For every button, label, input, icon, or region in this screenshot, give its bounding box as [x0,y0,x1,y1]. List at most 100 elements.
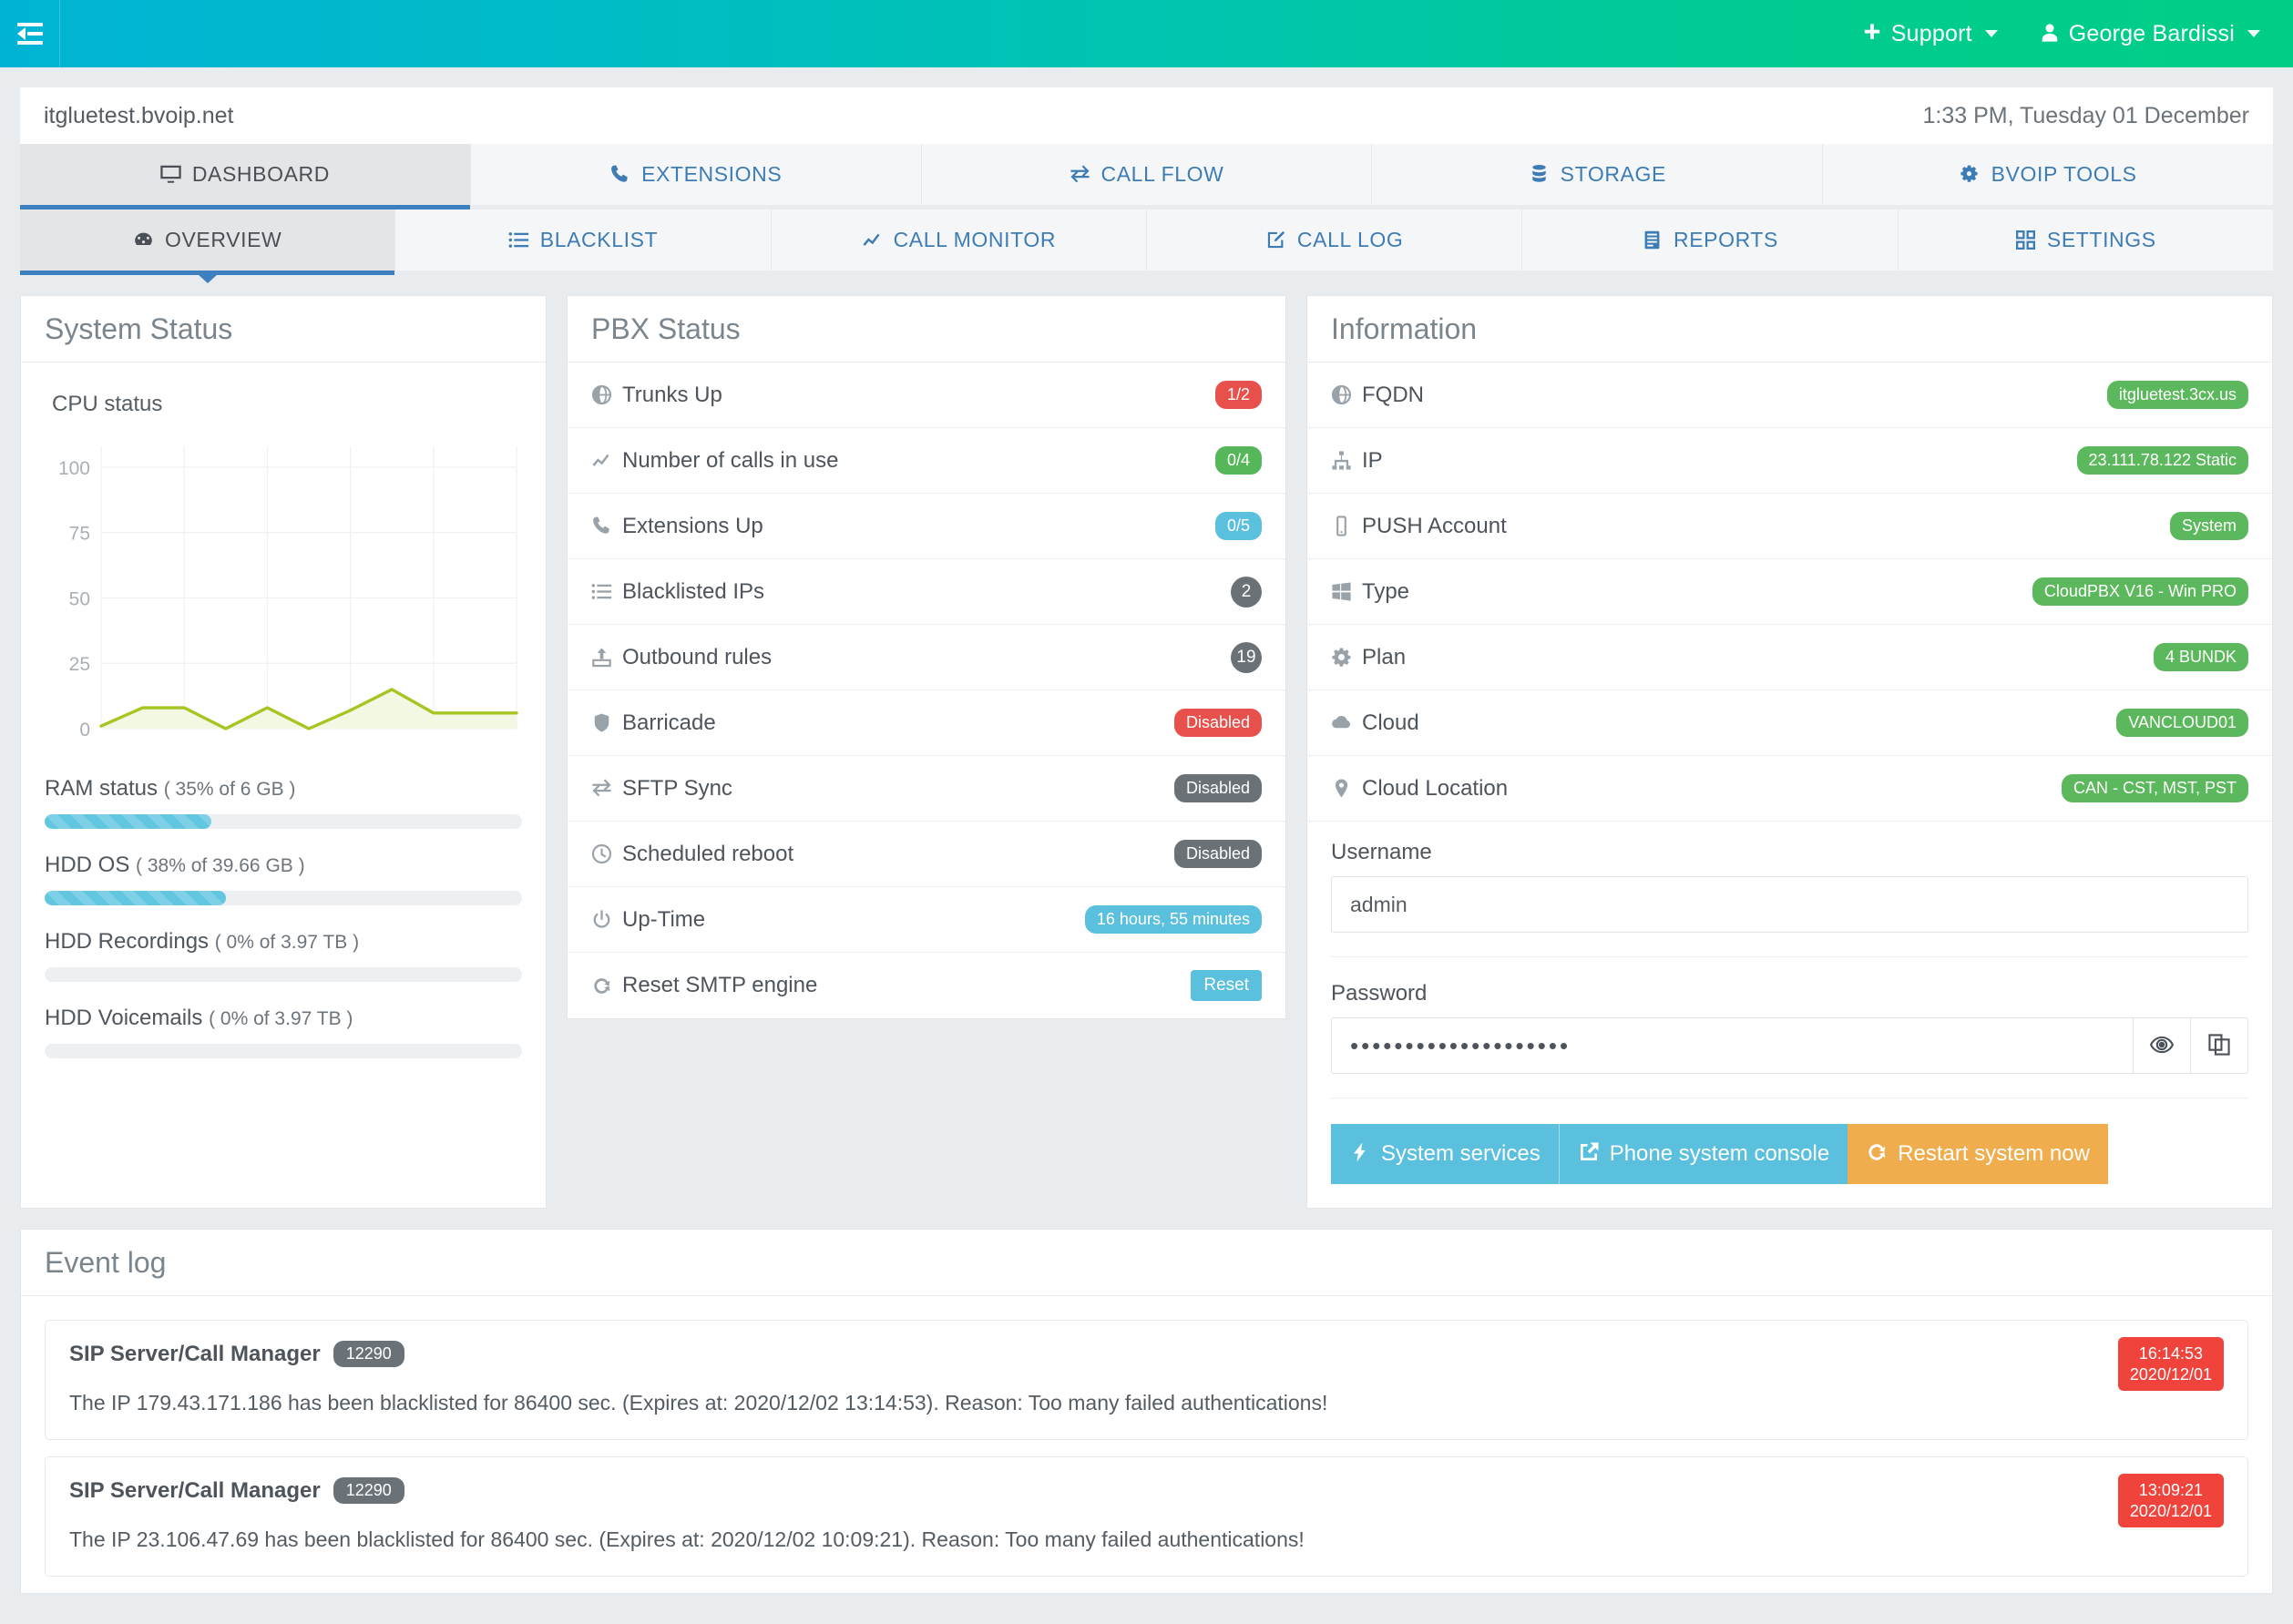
tab-extensions-label: EXTENSIONS [641,162,783,186]
tab-overview[interactable]: OVERVIEW [20,209,396,283]
pbx-row-trunks-up[interactable]: Trunks Up 1/2 [568,363,1285,428]
collapse-sidebar-icon [16,23,43,45]
dashboard-icon [133,230,154,250]
tab-bvoip-tools-label: BVOIP TOOLS [1991,162,2137,186]
tab-blacklist-label: BLACKLIST [539,228,659,251]
info-row-label: FQDN [1362,382,1424,407]
meter-ram-detail: ( 35% of 6 GB ) [163,779,296,800]
power-icon [591,909,622,930]
extensions-up-badge: 0/5 [1214,512,1262,540]
pbx-row-barricade[interactable]: Barricade Disabled [568,690,1285,756]
grid-icon [2015,230,2036,250]
pbx-row-label: Scheduled reboot [622,841,794,866]
username-label: Username [1331,840,1432,864]
windows-icon [1331,581,1362,602]
support-label: Support [1890,20,1972,46]
support-menu[interactable]: Support [1862,21,1998,47]
event-code-badge: 12290 [333,1477,404,1504]
exchange-icon [591,778,622,799]
pbx-row-extensions-up[interactable]: Extensions Up 0/5 [568,494,1285,559]
tab-call-monitor-label: CALL MONITOR [893,228,1057,251]
user-menu[interactable]: George Bardissi [2040,21,2260,47]
event-log-item[interactable]: SIP Server/Call Manager 12290 The IP 179… [45,1320,2248,1440]
tab-reports[interactable]: REPORTS [1522,209,1899,271]
tab-blacklist[interactable]: BLACKLIST [395,209,772,271]
pbx-row-blacklisted-ips[interactable]: Blacklisted IPs 2 [568,559,1285,625]
refresh-icon [1866,1141,1888,1167]
phone-icon [609,164,630,185]
meter-ram-track [45,814,522,829]
info-row-ip: IP 23.111.78.122 Static [1307,428,2272,494]
system-status-panel: System Status CPU status 0 25 50 75 100 RAM … [20,295,547,1209]
pbx-row-label: Trunks Up [622,382,722,407]
tab-call-log[interactable]: CALL LOG [1147,209,1523,271]
user-name-label: George Bardissi [2068,20,2235,46]
sitemap-icon [1331,450,1362,471]
edit-icon [1265,230,1286,250]
password-label: Password [1331,981,1428,1006]
host-bar: itgluetest.bvoip.net 1:33 PM, Tuesday 01… [20,87,2273,144]
tab-call-monitor[interactable]: CALL MONITOR [772,209,1147,271]
svg-text:25: 25 [69,654,90,675]
tab-extensions[interactable]: EXTENSIONS [471,144,922,205]
meter-ram: RAM status ( 35% of 6 GB ) [45,776,522,829]
tab-storage-label: STORAGE [1560,162,1666,186]
meter-hdd-recordings-track [45,967,522,982]
pbx-row-calls-in-use[interactable]: Number of calls in use 0/4 [568,428,1285,494]
tab-bvoip-tools[interactable]: BVOIP TOOLS [1823,144,2273,205]
password-input[interactable]: •••••••••••••••••••• [1331,1017,2134,1074]
cloud-badge: VANCLOUD01 [2116,709,2248,737]
shield-icon [591,712,622,733]
page-container: itgluetest.bvoip.net 1:33 PM, Tuesday 01… [0,87,2293,1594]
meter-hdd-voicemails: HDD Voicemails ( 0% of 3.97 TB ) [45,1006,522,1058]
info-row-label: IP [1362,447,1383,473]
svg-text:100: 100 [58,458,90,479]
pbx-row-label: Outbound rules [622,644,773,669]
restart-system-now-button[interactable]: Restart system now [1848,1124,2108,1184]
scheduled-reboot-badge: Disabled [1173,840,1262,868]
username-field-group: Username admin [1307,822,2272,963]
tab-settings[interactable]: SETTINGS [1899,209,2273,271]
info-row-label: Type [1362,578,1410,604]
pbx-row-up-time[interactable]: Up-Time 16 hours, 55 minutes [568,887,1285,953]
type-badge: CloudPBX V16 - Win PRO [2032,577,2248,606]
collapse-sidebar-button[interactable] [0,0,60,67]
copy-password-button[interactable] [2191,1017,2248,1074]
tab-storage[interactable]: STORAGE [1372,144,1824,205]
event-log-title: Event log [21,1230,2272,1296]
phone-system-console-label: Phone system console [1609,1141,1830,1166]
meter-hdd-recordings: HDD Recordings ( 0% of 3.97 TB ) [45,929,522,982]
chevron-down-icon [1984,30,1998,37]
pbx-row-outbound-rules[interactable]: Outbound rules 19 [568,625,1285,690]
trunks-up-badge: 1/2 [1214,381,1262,409]
ip-badge: 23.111.78.122 Static [2076,446,2248,475]
database-icon [1529,164,1550,185]
pbx-row-sftp-sync[interactable]: SFTP Sync Disabled [568,756,1285,822]
username-input[interactable]: admin [1331,876,2248,933]
info-row-fqdn: FQDN itgluetest.3cx.us [1307,363,2272,428]
svg-text:75: 75 [69,524,90,545]
meter-hdd-voicemails-track [45,1044,522,1058]
meter-hdd-recordings-name: HDD Recordings [45,929,210,954]
tab-call-flow[interactable]: CALL FLOW [922,144,1373,205]
top-bar-actions: Support George Bardissi [1862,21,2293,47]
reveal-password-button[interactable] [2134,1017,2192,1074]
monitor-icon [160,164,181,185]
exchange-icon [1070,164,1090,185]
info-row-cloud: Cloud VANCLOUD01 [1307,690,2272,756]
phone-system-console-button[interactable]: Phone system console [1558,1124,1848,1184]
event-log-item[interactable]: SIP Server/Call Manager 12290 The IP 23.… [45,1456,2248,1577]
pbx-row-scheduled-reboot[interactable]: Scheduled reboot Disabled [568,822,1285,887]
pbx-row-label: Barricade [622,710,716,735]
system-services-button[interactable]: System services [1331,1124,1559,1184]
pbx-row-reset-smtp-engine[interactable]: Reset SMTP engine Reset [568,953,1285,1018]
pbx-row-label: Blacklisted IPs [622,578,765,604]
event-time: 13:09:21 [2138,1481,2203,1499]
map-pin-icon [1331,778,1362,799]
reset-smtp-button[interactable]: Reset [1191,970,1262,1001]
upload-icon [591,647,622,668]
password-field-group: Password •••••••••••••••••••• [1307,963,2272,1104]
meter-hdd-os-detail: ( 38% of 39.66 GB ) [136,855,305,876]
tab-dashboard[interactable]: DASHBOARD [20,144,471,218]
pbx-row-label: Number of calls in use [622,447,839,473]
